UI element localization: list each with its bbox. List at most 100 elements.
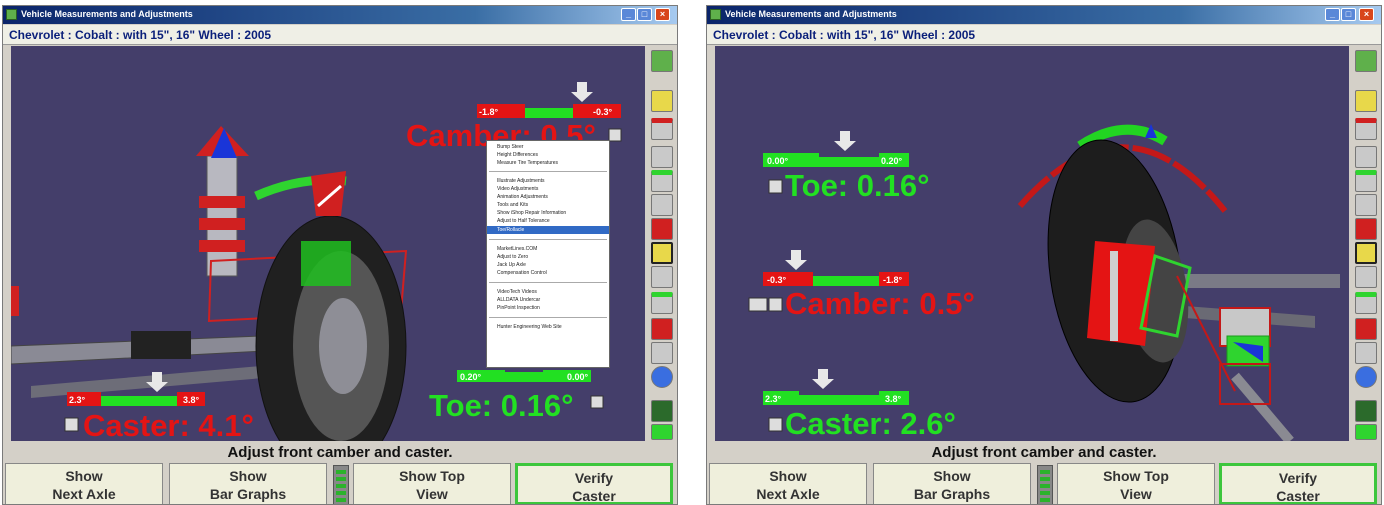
camber-right-value: -0.3° [593, 107, 613, 117]
alignment-window-1: Vehicle Measurements and Adjustments _ □… [2, 5, 678, 505]
show-top-view-button[interactable]: Show Top View [353, 463, 511, 504]
camber-left-value: -1.8° [479, 107, 499, 117]
minimize-button[interactable]: _ [1325, 8, 1340, 21]
toe-graph-icon[interactable] [651, 170, 673, 192]
help-icon[interactable] [1355, 50, 1377, 72]
gauge-icon[interactable] [1355, 194, 1377, 216]
menu-item-half-tolerance[interactable]: Adjust to Half Tolerance [497, 218, 550, 224]
caster-graph-icon[interactable] [651, 292, 673, 314]
menu-item-illustrate-adjustments[interactable]: Illustrate Adjustments [497, 178, 545, 184]
toe-adjust-icon[interactable] [768, 179, 783, 194]
camber-adjust-icon[interactable] [768, 297, 783, 312]
pencil-icon[interactable] [1355, 90, 1377, 112]
wheel-icon[interactable] [1355, 146, 1377, 168]
toe-spec-bar [505, 372, 543, 382]
3d-viewport[interactable]: 0.00° 0.20° Toe: 0.16° -0.3° -1.8° Cambe… [715, 46, 1349, 441]
menu-item-videotech-videos[interactable]: VideoTech Videos [497, 289, 537, 295]
checklist-icon[interactable] [651, 318, 673, 340]
toe-spec-bar [819, 157, 879, 167]
help-icon[interactable] [651, 50, 673, 72]
minimize-button[interactable]: _ [621, 8, 636, 21]
show-bar-graphs-button[interactable]: Show Bar Graphs [169, 463, 327, 504]
specs-icon[interactable] [1355, 242, 1377, 264]
menu-item-ishop-repair[interactable]: Show iShop Repair Information [497, 210, 566, 216]
menu-item-jack-up-axle[interactable]: Jack Up Axle [497, 262, 526, 268]
maximize-button[interactable]: □ [1341, 8, 1356, 21]
rotate-icon[interactable] [651, 266, 673, 288]
pencil-icon[interactable] [651, 90, 673, 112]
flag-icon[interactable] [1355, 218, 1377, 240]
button-label-line: View [1120, 486, 1152, 502]
caster-right-value: 3.8° [885, 394, 902, 404]
button-label-line: Caster [1276, 488, 1320, 504]
camber-adjust-icon[interactable] [608, 128, 622, 142]
show-next-axle-button[interactable]: Show Next Axle [5, 463, 163, 504]
camber-graph-icon[interactable] [651, 118, 673, 140]
caster-left-value: 2.3° [765, 394, 782, 404]
maximize-button[interactable]: □ [637, 8, 652, 21]
alignment-window-2: Vehicle Measurements and Adjustments _ □… [706, 5, 1382, 505]
toe-graph-icon[interactable] [1355, 170, 1377, 192]
wheel-target-shape [311, 171, 346, 216]
camber-spec-bar [813, 276, 879, 286]
caster-graph-icon[interactable] [1355, 292, 1377, 314]
verify-caster-button[interactable]: Verify Caster [515, 463, 673, 504]
gauge-icon[interactable] [651, 194, 673, 216]
caster-adjust-icon[interactable] [64, 417, 79, 432]
close-button[interactable]: × [1359, 8, 1374, 21]
down-arrow-icon [812, 369, 834, 389]
show-bar-graphs-button[interactable]: Show Bar Graphs [873, 463, 1031, 504]
caster-spec-bar [101, 396, 177, 406]
rotate-icon[interactable] [1355, 266, 1377, 288]
show-top-view-button[interactable]: Show Top View [1057, 463, 1215, 504]
menu-item-toe-rollacle[interactable]: Toe/Rollacle [497, 227, 524, 233]
button-label-line: Show Top [399, 468, 465, 484]
3d-viewport[interactable]: -1.8° -0.3° Camber: 0.5° 0.20° 0.00° Toe… [11, 46, 645, 441]
menu-item-adjust-to-zero[interactable]: Adjust to Zero [497, 254, 528, 260]
menu-separator [489, 239, 607, 240]
caster-adjust-icon[interactable] [768, 417, 783, 432]
checklist-icon[interactable] [1355, 318, 1377, 340]
verify-caster-button[interactable]: Verify Caster [1219, 463, 1377, 504]
menu-item-bump-steer[interactable]: Bump Steer [497, 144, 523, 150]
menu-item-alldata-undercar[interactable]: ALLDATA Undercar [497, 297, 540, 303]
camber-graph-icon[interactable] [1355, 118, 1377, 140]
globe-icon[interactable] [651, 366, 673, 388]
caster-spec-bar [799, 395, 879, 405]
camber-left-value: -0.3° [767, 275, 787, 285]
specs-icon[interactable] [651, 242, 673, 264]
link-icon[interactable] [651, 424, 673, 440]
axle-icon[interactable] [1355, 400, 1377, 422]
menu-item-tire-temperatures[interactable]: Measure Tire Temperatures [497, 160, 558, 166]
steering-rack-boot-shape [131, 331, 191, 359]
menu-item-tools-and-kits[interactable]: Tools and Kits [497, 202, 528, 208]
wheel-icon[interactable] [651, 146, 673, 168]
globe-icon[interactable] [1355, 366, 1377, 388]
show-next-axle-button[interactable]: Show Next Axle [709, 463, 867, 504]
button-label-line: Verify [574, 470, 614, 486]
flag-icon[interactable] [651, 218, 673, 240]
close-button[interactable]: × [655, 8, 670, 21]
window-title: Vehicle Measurements and Adjustments [21, 9, 193, 19]
toe-right-value: 0.20° [881, 156, 903, 166]
menu-item-compensation-control[interactable]: Compensation Control [497, 270, 547, 276]
window-title: Vehicle Measurements and Adjustments [725, 9, 897, 19]
menu-item-height-differences[interactable]: Height Differences [497, 152, 538, 158]
camber-adjust-icon[interactable] [748, 297, 768, 312]
spring-coil-shape [199, 218, 245, 230]
menu-item-marketlines[interactable]: MarketLines.COM [497, 246, 537, 252]
vehicle-spec: Chevrolet : Cobalt : with 15", 16" Wheel… [707, 25, 1381, 45]
lift-icon[interactable] [1355, 342, 1377, 364]
toe-adjust-icon[interactable] [590, 395, 604, 409]
menu-item-video-adjustments[interactable]: Video Adjustments [497, 186, 538, 192]
menu-item-hunter-web-site[interactable]: Hunter Engineering Web Site [497, 324, 562, 330]
axle-icon[interactable] [651, 400, 673, 422]
link-icon[interactable] [1355, 424, 1377, 440]
button-label-line: Show Top [1103, 468, 1169, 484]
wheel-scene: 0.00° 0.20° Toe: 0.16° -0.3° -1.8° Cambe… [748, 124, 1340, 441]
menu-item-animation-adjustments[interactable]: Animation Adjustments [497, 194, 548, 200]
title-bar: Vehicle Measurements and Adjustments _ □… [707, 6, 1381, 24]
lift-icon[interactable] [651, 342, 673, 364]
menu-separator [489, 282, 607, 283]
menu-item-pinpoint-inspection[interactable]: PinPoint Inspection [497, 305, 540, 311]
